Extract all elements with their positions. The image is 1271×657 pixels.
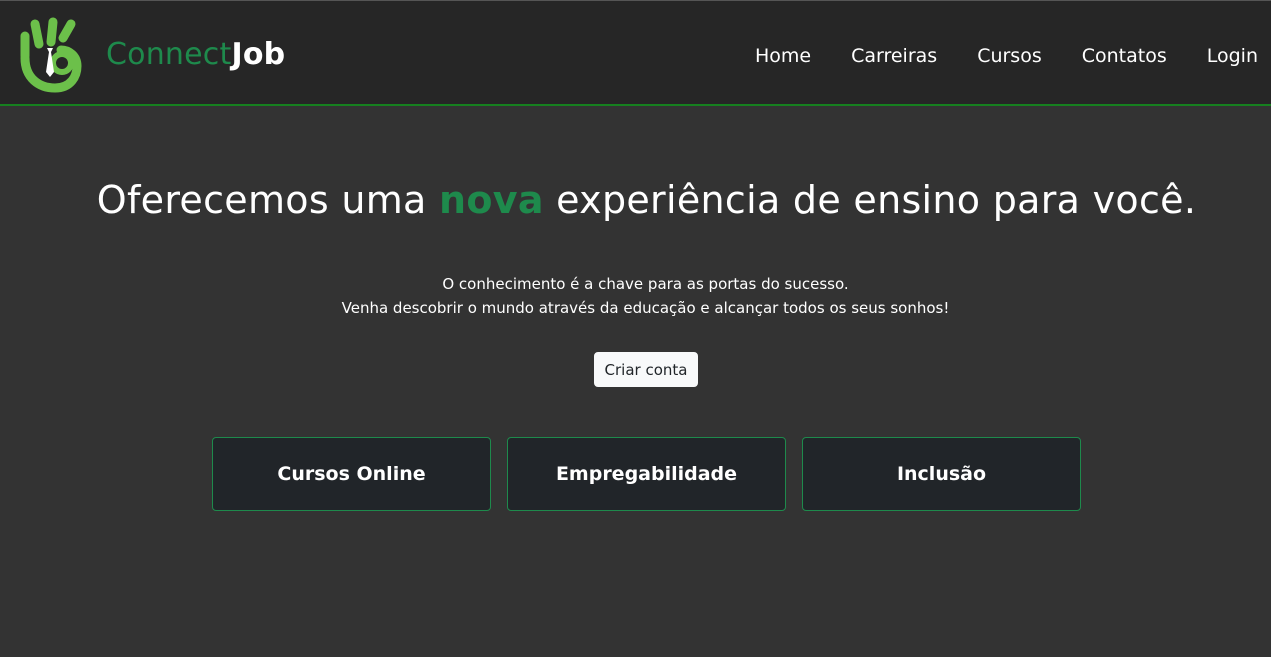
card-cursos-online[interactable]: Cursos Online [212,437,491,511]
nav-cursos[interactable]: Cursos [977,41,1042,71]
hero-title: Oferecemos uma nova experiência de ensin… [0,175,1271,225]
hero-subtitle: O conhecimento é a chave para as portas … [0,272,1271,320]
nav-login[interactable]: Login [1207,41,1258,71]
hero-title-after: experiência de ensino para você. [543,178,1197,222]
main-nav: Home Carreiras Cursos Contatos Login [715,41,1258,71]
card-inclusao[interactable]: Inclusão [802,437,1081,511]
nav-contatos[interactable]: Contatos [1082,41,1167,71]
brand-part-job: Job [231,37,286,72]
navbar: ConnectJob Home Carreiras Cursos Contato… [0,0,1271,106]
hero-subtitle-line-2: Venha descobrir o mundo através da educa… [341,299,950,317]
ok-hand-tie-icon[interactable] [17,16,83,94]
hero-subtitle-line-1: O conhecimento é a chave para as portas … [442,275,849,293]
hero-title-before: Oferecemos uma [96,178,439,222]
card-empregabilidade[interactable]: Empregabilidade [507,437,786,511]
nav-carreiras[interactable]: Carreiras [851,41,937,71]
brand-part-connect: Connect [106,37,232,72]
brand-name[interactable]: ConnectJob [106,35,285,75]
hero-title-highlight: nova [439,178,544,222]
nav-home[interactable]: Home [755,41,811,71]
feature-cards: Cursos Online Empregabilidade Inclusão [212,437,1081,511]
create-account-button[interactable]: Criar conta [594,352,698,387]
